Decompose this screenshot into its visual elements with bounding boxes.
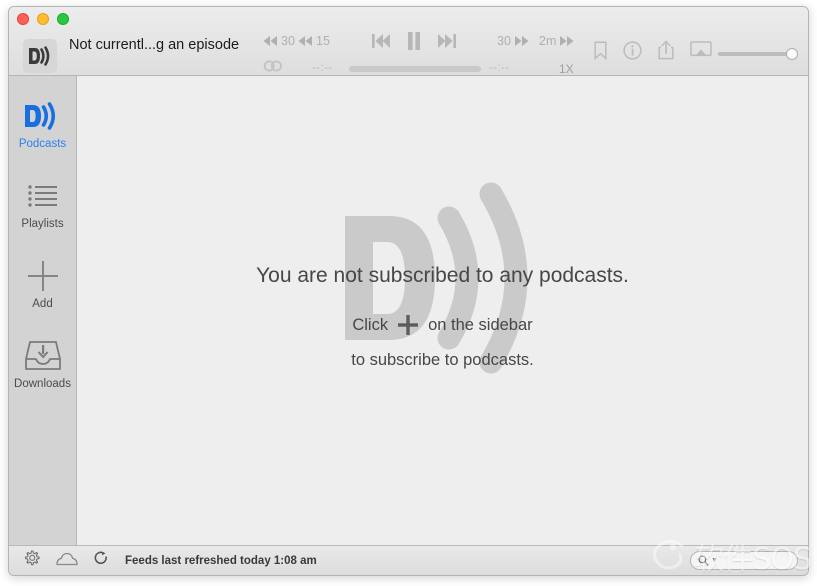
app-window: Not currentl...g an episode 30 15 30 2m … [8, 6, 809, 576]
remaining-time: --:-- [489, 62, 510, 74]
transport-controls [371, 31, 457, 56]
app-icon [23, 39, 57, 73]
empty-state-line2: Click on the sidebar [77, 314, 808, 336]
rewind-icon [298, 36, 312, 46]
gear-button[interactable] [23, 550, 40, 572]
skip-back-15-button[interactable]: 15 [297, 34, 330, 48]
status-bar: Feeds last refreshed today 1:08 am ▼ [9, 545, 808, 575]
sidebar: Podcasts Playlists Add Downloads [9, 76, 77, 545]
sidebar-item-playlists[interactable]: Playlists [9, 174, 76, 232]
skip-back-15-label: 15 [316, 34, 330, 48]
empty-state-line1: You are not subscribed to any podcasts. [256, 264, 629, 287]
search-field[interactable]: ▼ [690, 551, 798, 570]
airplay-icon [690, 40, 712, 56]
search-scope-chevron-icon[interactable]: ▼ [711, 557, 718, 564]
skip-forward-30-label: 30 [497, 34, 511, 48]
close-button[interactable] [17, 13, 29, 25]
empty-state-line2-suffix: on the sidebar [428, 315, 533, 334]
skip-forward-2m-label: 2m [539, 34, 557, 48]
loop-icon [263, 60, 282, 72]
pause-button[interactable] [405, 31, 423, 56]
playback-speed-button[interactable]: 1X [559, 62, 574, 76]
sidebar-item-podcasts-label: Podcasts [18, 137, 67, 150]
empty-state-line2-prefix: Click [352, 315, 389, 334]
minimize-button[interactable] [37, 13, 49, 25]
info-icon [623, 40, 642, 60]
next-track-icon [438, 34, 456, 48]
refresh-button[interactable] [94, 551, 109, 572]
sidebar-item-podcasts[interactable]: Podcasts [9, 94, 76, 152]
refresh-icon [94, 551, 107, 564]
elapsed-time: --:-- [312, 62, 333, 74]
traffic-light-group [17, 13, 69, 25]
bookmark-icon [594, 40, 607, 60]
plus-icon [397, 314, 419, 336]
downloads-icon [24, 337, 61, 375]
main-content: You are not subscribed to any podcasts. … [77, 76, 808, 545]
empty-state: You are not subscribed to any podcasts. … [77, 264, 808, 370]
rewind-icon [263, 36, 277, 46]
podcasts-icon [23, 97, 63, 135]
bookmark-button[interactable] [594, 40, 607, 65]
toolbar-right-icons [594, 40, 712, 65]
window-titlebar: Not currentl...g an episode 30 15 30 2m … [9, 7, 808, 76]
skip-forward-2m-button[interactable]: 2m [539, 34, 575, 48]
previous-track-icon [372, 34, 390, 48]
pause-icon [408, 32, 420, 50]
playback-scrubber[interactable] [349, 66, 481, 72]
gear-icon [24, 550, 40, 566]
share-icon [658, 40, 674, 60]
status-message: Feeds last refreshed today 1:08 am [125, 555, 317, 567]
fast-forward-icon [514, 36, 529, 46]
cloud-button[interactable] [56, 552, 78, 571]
sidebar-item-downloads[interactable]: Downloads [9, 334, 76, 392]
desktop-background: Not currentl...g an episode 30 15 30 2m … [0, 0, 817, 586]
sidebar-item-add-label: Add [32, 297, 53, 310]
skip-back-30-label: 30 [281, 34, 295, 48]
share-button[interactable] [658, 40, 674, 65]
status-bar-icons [23, 550, 109, 572]
sidebar-item-add[interactable]: Add [9, 254, 76, 312]
skip-forward-30-button[interactable]: 30 [497, 34, 530, 48]
info-button[interactable] [623, 40, 642, 65]
volume-slider[interactable] [718, 48, 798, 60]
airplay-button[interactable] [690, 40, 712, 65]
empty-state-line3: to subscribe to podcasts. [351, 351, 534, 369]
volume-knob[interactable] [786, 48, 798, 60]
sidebar-item-downloads-label: Downloads [14, 377, 71, 390]
sidebar-item-playlists-label: Playlists [21, 217, 64, 230]
skip-back-30-button[interactable]: 30 [262, 34, 295, 48]
zoom-button[interactable] [57, 13, 69, 25]
next-track-button[interactable] [437, 33, 457, 54]
plus-icon [26, 257, 60, 295]
fast-forward-icon [560, 36, 574, 46]
now-playing-title: Not currentl...g an episode [69, 37, 240, 53]
playlists-icon [27, 177, 59, 215]
search-input[interactable] [719, 554, 790, 567]
previous-track-button[interactable] [371, 33, 391, 54]
cloud-icon [56, 552, 78, 565]
volume-track [718, 52, 796, 56]
window-body: Podcasts Playlists Add Downloads You are… [9, 76, 808, 545]
search-icon [698, 555, 709, 566]
